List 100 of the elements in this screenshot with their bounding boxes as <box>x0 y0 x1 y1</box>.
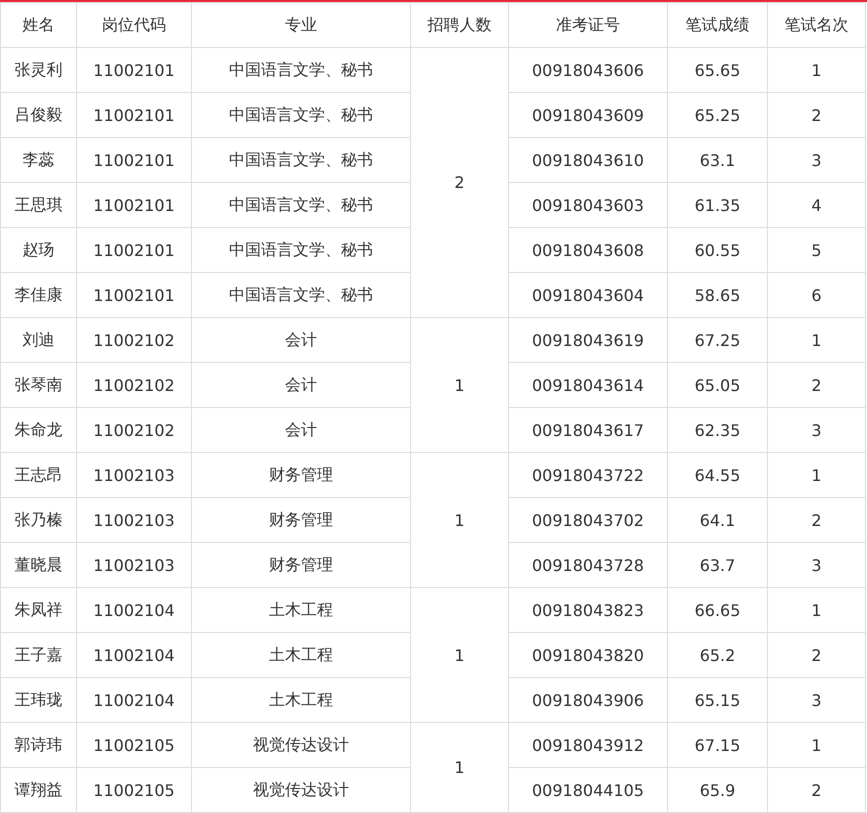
table-cell: 3 <box>768 138 866 182</box>
table-cell: 1 <box>768 48 866 92</box>
table-cell: 1 <box>410 588 508 722</box>
table-cell: 张乃榛 <box>0 498 76 542</box>
table-cell: 1 <box>410 452 508 588</box>
table-cell: 11002101 <box>76 138 192 182</box>
table-cell: 11002103 <box>76 498 192 542</box>
table-cell: 张琴南 <box>0 362 76 408</box>
table-cell: 中国语言文学、秘书 <box>192 48 410 92</box>
table-cell: 11002102 <box>76 408 192 452</box>
column-header: 姓名 <box>0 2 76 48</box>
table-cell: 67.15 <box>668 722 768 768</box>
table-cell: 00918043614 <box>508 362 668 408</box>
table-cell: 00918043722 <box>508 452 668 498</box>
table-cell: 65.05 <box>668 362 768 408</box>
table-cell: 2 <box>768 632 866 678</box>
table-cell: 2 <box>410 48 508 318</box>
table-cell: 财务管理 <box>192 452 410 498</box>
table-cell: 刘迪 <box>0 318 76 362</box>
table-cell: 65.9 <box>668 768 768 812</box>
table-cell: 00918043604 <box>508 272 668 318</box>
table-cell: 00918043609 <box>508 92 668 138</box>
table-cell: 1 <box>410 318 508 452</box>
table-cell: 64.55 <box>668 452 768 498</box>
table-cell: 1 <box>768 318 866 362</box>
table-cell: 00918043603 <box>508 182 668 228</box>
table-cell: 11002102 <box>76 362 192 408</box>
table-cell: 李蕊 <box>0 138 76 182</box>
table-cell: 00918043823 <box>508 588 668 632</box>
table-cell: 63.1 <box>668 138 768 182</box>
table-cell: 王玮珑 <box>0 678 76 722</box>
table-cell: 11002103 <box>76 452 192 498</box>
table-cell: 11002105 <box>76 768 192 812</box>
table-cell: 58.65 <box>668 272 768 318</box>
column-header: 招聘人数 <box>410 2 508 48</box>
table-cell: 64.1 <box>668 498 768 542</box>
table-cell: 00918043728 <box>508 542 668 588</box>
table-cell: 63.7 <box>668 542 768 588</box>
column-header: 笔试名次 <box>768 2 866 48</box>
table-cell: 11002101 <box>76 272 192 318</box>
column-header: 准考证号 <box>508 2 668 48</box>
column-header: 专业 <box>192 2 410 48</box>
table-cell: 土木工程 <box>192 588 410 632</box>
table-cell: 王志昂 <box>0 452 76 498</box>
table-cell: 67.25 <box>668 318 768 362</box>
table-cell: 65.2 <box>668 632 768 678</box>
table-cell: 00918043702 <box>508 498 668 542</box>
table-cell: 谭翔益 <box>0 768 76 812</box>
table-cell: 会计 <box>192 318 410 362</box>
table-cell: 65.65 <box>668 48 768 92</box>
table-cell: 11002101 <box>76 228 192 272</box>
table-cell: 61.35 <box>668 182 768 228</box>
table-cell: 1 <box>768 452 866 498</box>
column-header: 笔试成绩 <box>668 2 768 48</box>
table-cell: 11002104 <box>76 588 192 632</box>
table-cell: 董晓晨 <box>0 542 76 588</box>
column-header: 岗位代码 <box>76 2 192 48</box>
table-cell: 3 <box>768 678 866 722</box>
table-cell: 2 <box>768 498 866 542</box>
table-cell: 00918043820 <box>508 632 668 678</box>
table-cell: 王子嘉 <box>0 632 76 678</box>
table-cell: 4 <box>768 182 866 228</box>
table-cell: 11002101 <box>76 92 192 138</box>
table-cell: 3 <box>768 408 866 452</box>
table-cell: 1 <box>768 722 866 768</box>
table-cell: 视觉传达设计 <box>192 722 410 768</box>
table-cell: 1 <box>768 588 866 632</box>
table-cell: 11002104 <box>76 632 192 678</box>
table-cell: 朱命龙 <box>0 408 76 452</box>
table-cell: 2 <box>768 768 866 812</box>
table-cell: 3 <box>768 542 866 588</box>
table-cell: 2 <box>768 92 866 138</box>
table-cell: 11002103 <box>76 542 192 588</box>
table-cell: 郭诗玮 <box>0 722 76 768</box>
table-cell: 00918043906 <box>508 678 668 722</box>
table-cell: 62.35 <box>668 408 768 452</box>
table-cell: 11002101 <box>76 182 192 228</box>
table-cell: 11002101 <box>76 48 192 92</box>
table-cell: 11002102 <box>76 318 192 362</box>
table-cell: 00918043606 <box>508 48 668 92</box>
table-cell: 65.25 <box>668 92 768 138</box>
table-cell: 65.15 <box>668 678 768 722</box>
table-cell: 11002104 <box>76 678 192 722</box>
table-cell: 吕俊毅 <box>0 92 76 138</box>
table-cell: 66.65 <box>668 588 768 632</box>
table-cell: 朱凤祥 <box>0 588 76 632</box>
table-cell: 00918043608 <box>508 228 668 272</box>
table-cell: 张灵利 <box>0 48 76 92</box>
table-cell: 1 <box>410 722 508 812</box>
table-cell: 60.55 <box>668 228 768 272</box>
table-cell: 00918043619 <box>508 318 668 362</box>
table-cell: 李佳康 <box>0 272 76 318</box>
table-cell: 6 <box>768 272 866 318</box>
table-cell: 赵玚 <box>0 228 76 272</box>
table-cell: 王思琪 <box>0 182 76 228</box>
table-cell: 11002105 <box>76 722 192 768</box>
table-cell: 00918043617 <box>508 408 668 452</box>
table-cell: 2 <box>768 362 866 408</box>
table-cell: 00918043912 <box>508 722 668 768</box>
table-cell: 00918043610 <box>508 138 668 182</box>
